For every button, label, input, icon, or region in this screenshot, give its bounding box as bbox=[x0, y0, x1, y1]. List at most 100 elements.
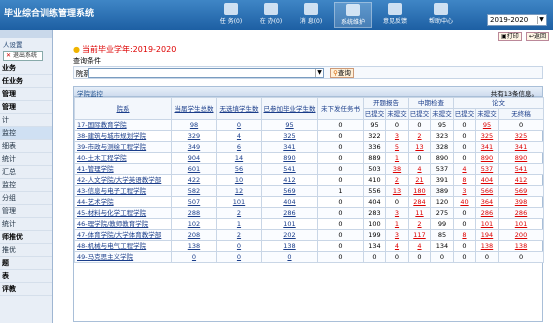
table-cell[interactable]: 404 bbox=[475, 174, 499, 186]
table-cell[interactable]: 890 bbox=[497, 152, 545, 164]
table-cell[interactable]: 101 bbox=[216, 196, 262, 208]
sidebar-item[interactable]: 分组 bbox=[0, 192, 52, 205]
table-cell[interactable]: 14 bbox=[216, 152, 262, 164]
sidebar-item[interactable]: 推优 bbox=[0, 244, 52, 257]
col-students[interactable]: 当届学生总数 bbox=[171, 97, 217, 120]
dept-link[interactable]: 45-材料与化学工程学院 bbox=[74, 207, 172, 219]
table-cell[interactable]: 566 bbox=[475, 185, 499, 197]
dept-select[interactable]: ▼ bbox=[88, 68, 324, 78]
print-button[interactable]: ▣打印 bbox=[498, 32, 522, 41]
table-cell[interactable]: 3 bbox=[385, 229, 409, 241]
table-cell[interactable]: 2 bbox=[216, 207, 262, 219]
table-cell[interactable]: 13 bbox=[385, 185, 409, 197]
sidebar-item[interactable]: 监控 bbox=[0, 127, 52, 140]
dept-link[interactable]: 41-管理学院 bbox=[74, 163, 172, 175]
dept-link[interactable]: 46-理学院/教师教育学院 bbox=[74, 218, 172, 230]
nav-feedback-button[interactable]: 意见反馈 bbox=[376, 2, 414, 28]
sidebar-item[interactable]: 评教 bbox=[0, 283, 52, 296]
table-cell[interactable]: 21 bbox=[408, 174, 431, 186]
table-cell[interactable]: 138 bbox=[497, 240, 545, 252]
nav-task-button[interactable]: 任 务(0) bbox=[212, 2, 250, 28]
sidebar-item[interactable]: 统计 bbox=[0, 153, 52, 166]
table-cell[interactable]: 422 bbox=[171, 174, 217, 186]
table-cell[interactable]: 288 bbox=[171, 207, 217, 219]
dept-link[interactable]: 44-艺术学院 bbox=[74, 196, 172, 208]
table-cell[interactable]: 11 bbox=[408, 207, 431, 219]
table-cell[interactable]: 3 bbox=[385, 130, 409, 142]
table-cell[interactable]: 2 bbox=[216, 229, 262, 241]
table-cell[interactable]: 284 bbox=[408, 196, 431, 208]
sidebar-item[interactable]: 管理 bbox=[0, 101, 52, 114]
table-cell[interactable]: 325 bbox=[261, 130, 318, 142]
sidebar-item[interactable]: 计 bbox=[0, 114, 52, 127]
table-cell[interactable]: 412 bbox=[497, 174, 545, 186]
table-cell[interactable]: 325 bbox=[497, 130, 545, 142]
dept-link[interactable]: 48-机械与电气工程学院 bbox=[74, 240, 172, 252]
table-cell[interactable]: 200 bbox=[497, 229, 545, 241]
sidebar-item[interactable]: 业务 bbox=[0, 62, 52, 75]
dept-link[interactable]: 43-信息与电子工程学院 bbox=[74, 185, 172, 197]
table-cell[interactable]: 890 bbox=[475, 152, 499, 164]
dept-link[interactable]: 38-建筑与城市规划学院 bbox=[74, 130, 172, 142]
table-cell[interactable]: 286 bbox=[497, 207, 545, 219]
col-registered[interactable]: 已参加毕业学生数 bbox=[261, 97, 318, 120]
table-cell[interactable]: 202 bbox=[261, 229, 318, 241]
table-cell[interactable]: 10 bbox=[216, 174, 262, 186]
table-cell[interactable]: 8 bbox=[453, 174, 476, 186]
table-cell[interactable]: 364 bbox=[475, 196, 499, 208]
sidebar-item[interactable]: 管理 bbox=[0, 88, 52, 101]
table-cell[interactable]: 4 bbox=[385, 240, 409, 252]
table-cell[interactable]: 890 bbox=[261, 152, 318, 164]
sidebar-user-settings[interactable]: 人设置 bbox=[0, 38, 52, 50]
table-cell[interactable]: 3 bbox=[385, 207, 409, 219]
table-cell[interactable]: 6 bbox=[216, 141, 262, 153]
table-cell[interactable]: 12 bbox=[216, 185, 262, 197]
table-cell[interactable]: 4 bbox=[408, 163, 431, 175]
table-cell[interactable]: 349 bbox=[171, 141, 217, 153]
sidebar-item[interactable]: 统计 bbox=[0, 218, 52, 231]
table-cell[interactable]: 56 bbox=[216, 163, 262, 175]
table-cell[interactable]: 95 bbox=[475, 119, 499, 131]
table-cell[interactable]: 329 bbox=[171, 130, 217, 142]
nav-message-button[interactable]: 消 息(0) bbox=[292, 2, 330, 28]
nav-inprogress-button[interactable]: 在 办(0) bbox=[252, 2, 290, 28]
table-cell[interactable]: 541 bbox=[497, 163, 545, 175]
table-cell[interactable]: 1 bbox=[385, 218, 409, 230]
col-no-task[interactable]: 无选填学生数 bbox=[216, 97, 262, 120]
table-cell[interactable]: 0 bbox=[216, 251, 262, 263]
table-cell[interactable]: 537 bbox=[475, 163, 499, 175]
table-cell[interactable]: 0 bbox=[261, 251, 318, 263]
col-dept[interactable]: 院系 bbox=[74, 97, 172, 120]
dept-link[interactable]: 17-国际教育学院 bbox=[74, 119, 172, 131]
table-cell[interactable]: 2 bbox=[385, 174, 409, 186]
table-cell[interactable]: 404 bbox=[261, 196, 318, 208]
dept-link[interactable]: 40-土木工程学院 bbox=[74, 152, 172, 164]
table-cell[interactable]: 4 bbox=[453, 163, 476, 175]
dept-link[interactable]: 49-马克思主义学院 bbox=[74, 251, 172, 263]
table-cell[interactable]: 138 bbox=[475, 240, 499, 252]
table-cell[interactable]: 341 bbox=[475, 141, 499, 153]
table-cell[interactable]: 2 bbox=[408, 218, 431, 230]
sidebar-item[interactable]: 题 bbox=[0, 257, 52, 270]
table-cell[interactable]: 569 bbox=[261, 185, 318, 197]
table-cell[interactable]: 582 bbox=[171, 185, 217, 197]
table-cell[interactable]: 13 bbox=[408, 141, 431, 153]
sidebar-item[interactable]: 监控 bbox=[0, 179, 52, 192]
table-cell[interactable]: 398 bbox=[497, 196, 545, 208]
table-cell[interactable]: 101 bbox=[497, 218, 545, 230]
table-cell[interactable]: 138 bbox=[171, 240, 217, 252]
nav-help-button[interactable]: 帮助中心 bbox=[422, 2, 460, 28]
table-cell[interactable]: 601 bbox=[171, 163, 217, 175]
table-cell[interactable]: 541 bbox=[261, 163, 318, 175]
logout-button[interactable]: ✕ 退出系统 bbox=[3, 51, 43, 61]
table-cell[interactable]: 95 bbox=[261, 119, 318, 131]
table-cell[interactable]: 0 bbox=[171, 251, 217, 263]
back-button[interactable]: ↩返回 bbox=[525, 32, 549, 41]
table-cell[interactable]: 2 bbox=[408, 130, 431, 142]
dept-link[interactable]: 47-体育学院/大学体育教学部 bbox=[74, 229, 172, 241]
table-cell[interactable]: 569 bbox=[497, 185, 545, 197]
sidebar-item[interactable]: 管理 bbox=[0, 205, 52, 218]
table-cell[interactable]: 138 bbox=[261, 240, 318, 252]
table-cell[interactable]: 0 bbox=[216, 240, 262, 252]
sidebar-item[interactable]: 细表 bbox=[0, 140, 52, 153]
